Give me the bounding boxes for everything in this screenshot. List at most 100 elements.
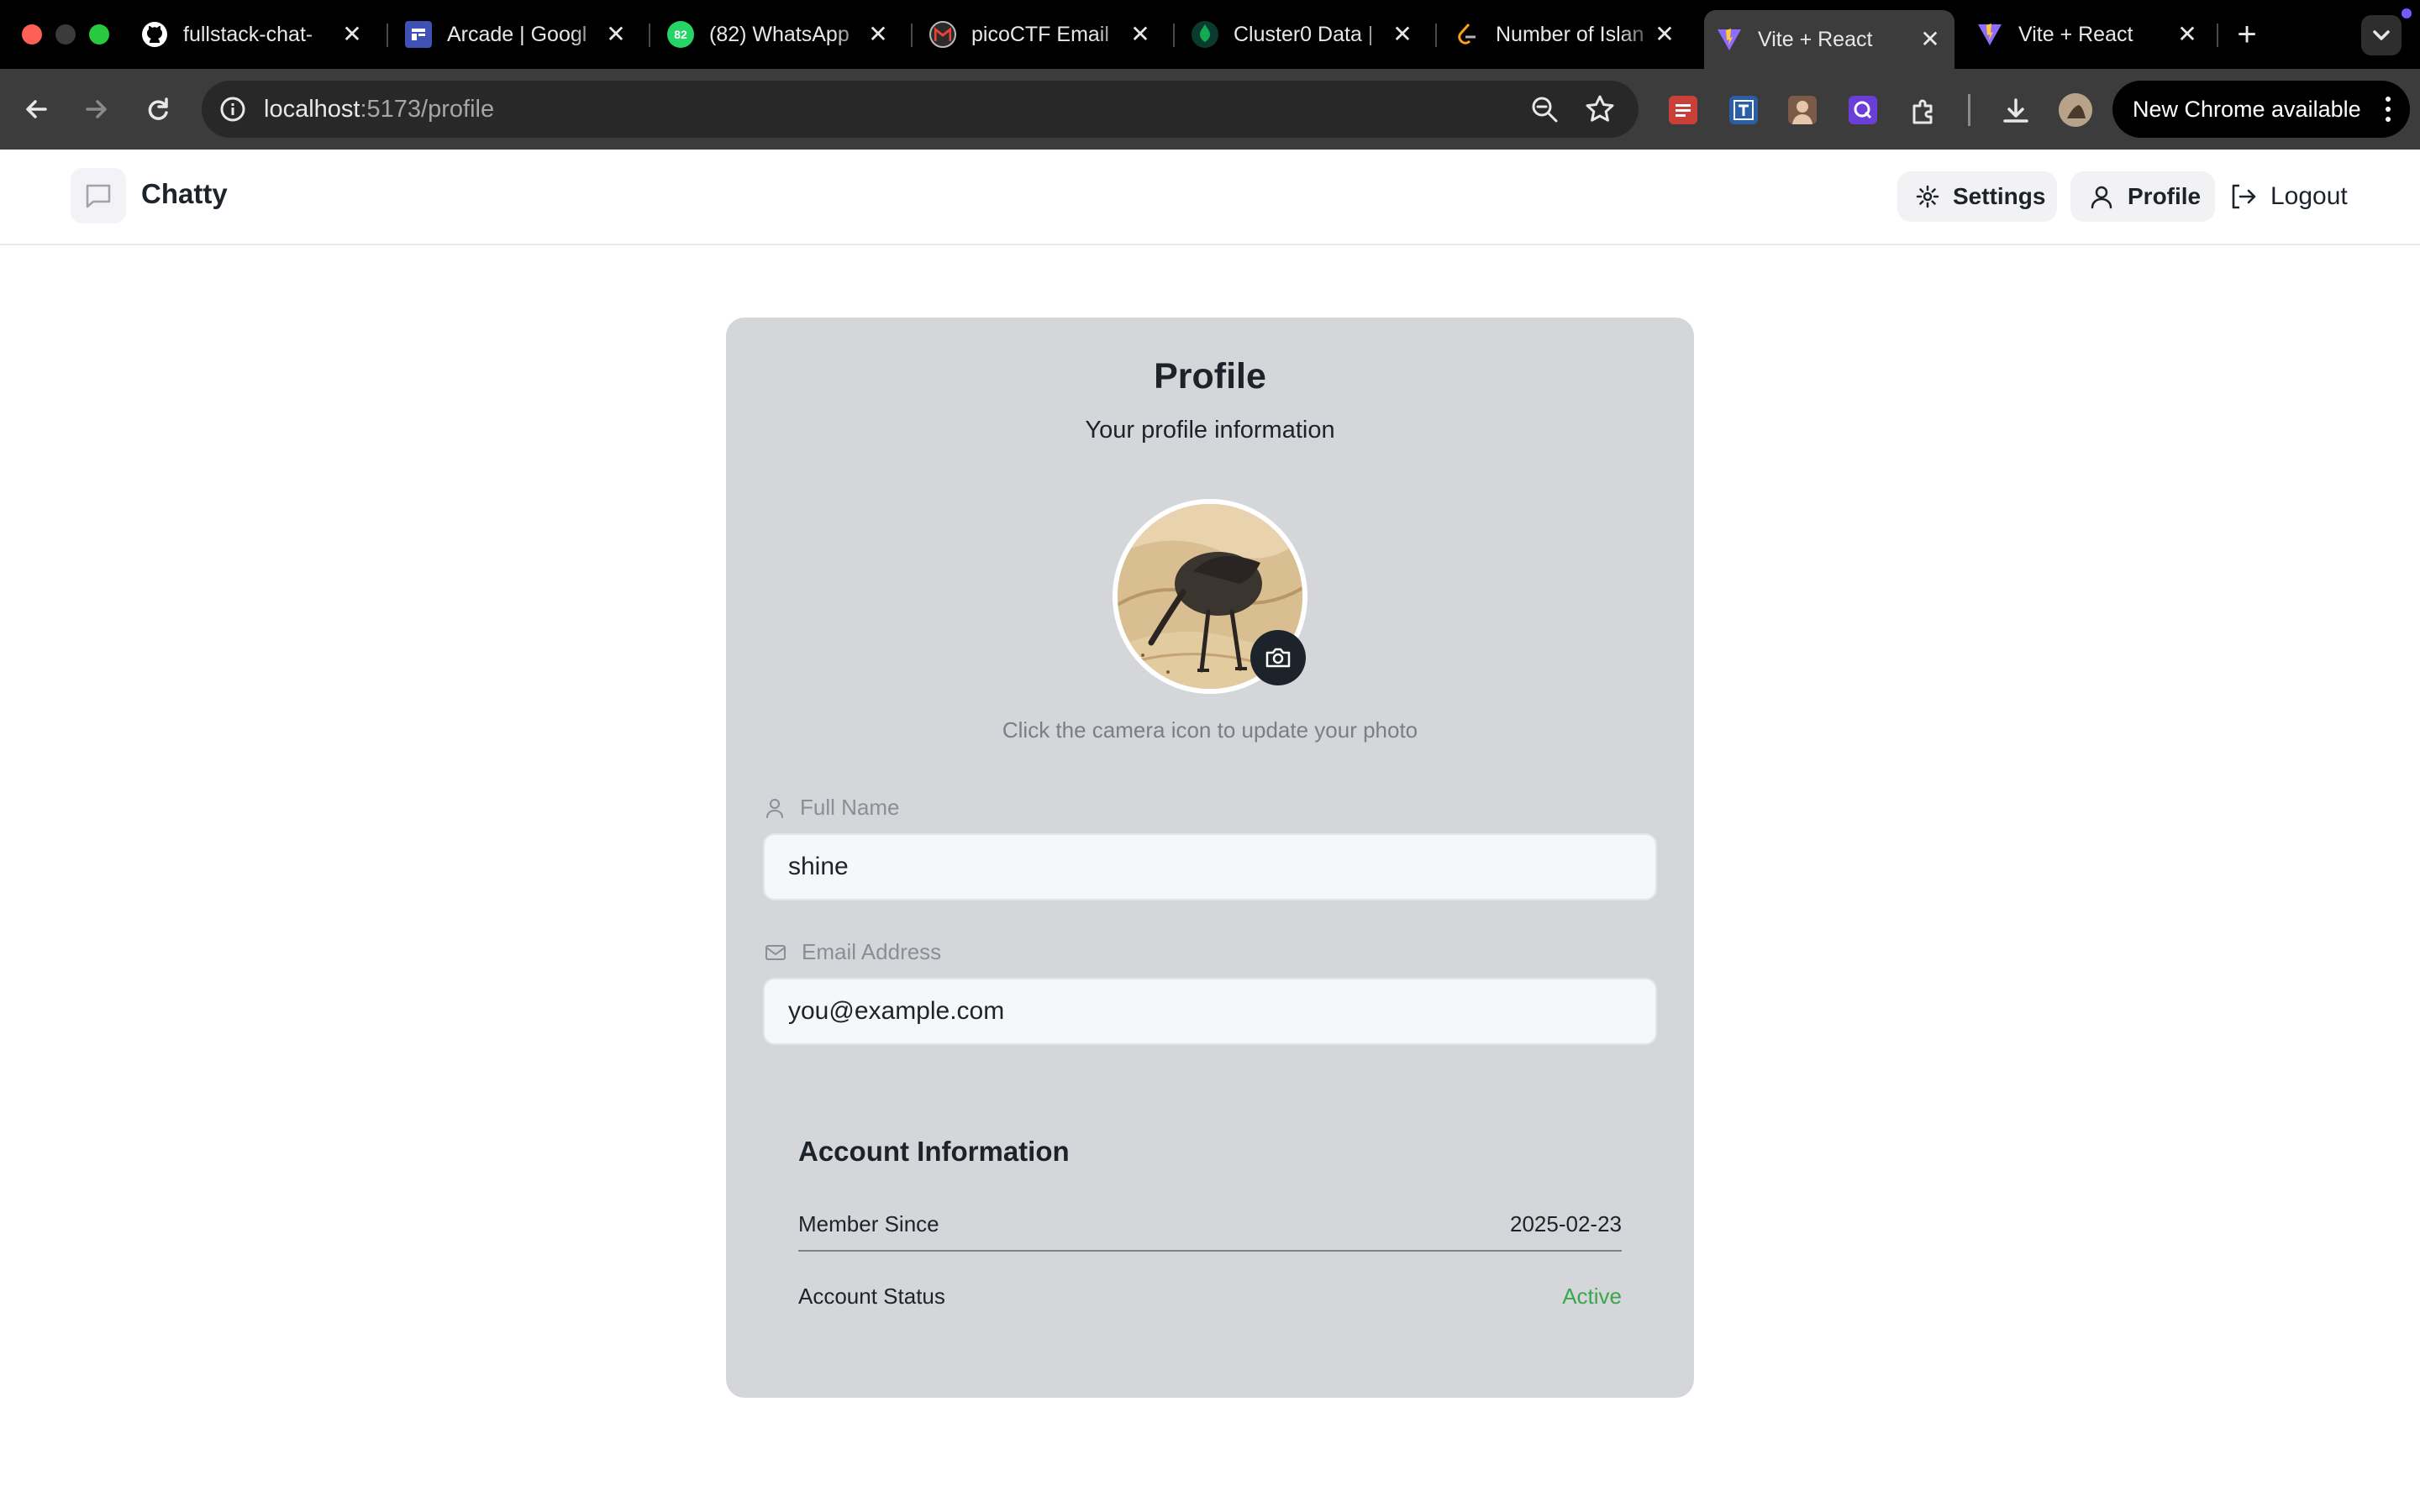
full-name-value: shine [788, 853, 849, 880]
extension-avatar-icon[interactable] [1788, 96, 1817, 124]
browser-tab[interactable]: Cluster0 Data | ✕ [1192, 12, 1427, 57]
arrow-left-icon [26, 100, 47, 118]
github-icon [141, 21, 168, 48]
full-name-field[interactable]: shine [763, 833, 1657, 900]
vite-icon [1976, 21, 2003, 48]
extension-translate-icon[interactable] [1729, 96, 1758, 124]
full-name-label-text: Full Name [800, 795, 900, 820]
browser-tab-bar: fullstack-chat- ✕ Arcade | Googl ✕ 82 (8… [0, 0, 2420, 69]
extension-q-icon[interactable] [1849, 96, 1877, 124]
tab-close-icon[interactable]: ✕ [1918, 27, 1943, 52]
new-tab-button[interactable]: + [2230, 18, 2264, 52]
arcade-icon [405, 21, 432, 48]
tab-close-icon[interactable]: ✕ [1128, 22, 1153, 47]
profile-card: Profile Your profile information Click t… [726, 318, 1694, 1398]
camera-icon [1265, 648, 1291, 668]
mongodb-icon [1192, 21, 1218, 48]
browser-tab[interactable]: Number of Islan ✕ [1454, 12, 1689, 57]
tab-close-icon[interactable]: ✕ [1390, 22, 1415, 47]
more-vertical-icon[interactable] [2385, 96, 2391, 123]
url-path: :5173/profile [360, 96, 495, 123]
leetcode-icon [1454, 21, 1481, 48]
bookmark-star-icon[interactable] [1583, 92, 1617, 126]
app-header: Chatty Settings Profile Logout [0, 150, 2420, 245]
reload-icon [148, 97, 168, 120]
back-button[interactable] [15, 87, 59, 131]
url-text[interactable]: localhost:5173/profile [264, 96, 494, 123]
url-host: localhost [264, 96, 360, 123]
chevron-down-icon [2373, 30, 2390, 40]
chrome-update-button[interactable]: New Chrome available [2112, 81, 2410, 138]
tab-title: Number of Islan [1496, 22, 1644, 46]
chat-logo-icon[interactable] [71, 168, 126, 223]
avatar-hint: Click the camera icon to update your pho… [1002, 717, 1418, 743]
arrow-right-icon [86, 100, 107, 118]
gmail-icon [929, 21, 956, 48]
tab-divider [1435, 24, 1437, 47]
avatar-container [1113, 499, 1307, 694]
settings-button[interactable]: Settings [1897, 171, 2057, 222]
page-title: Profile [1154, 356, 1266, 396]
email-value: you@example.com [788, 997, 1005, 1025]
divider [798, 1250, 1622, 1252]
extensions-puzzle-icon[interactable] [1909, 96, 1938, 124]
forward-button[interactable] [74, 87, 118, 131]
browser-tab[interactable]: Arcade | Googl ✕ [405, 12, 640, 57]
tab-title: (82) WhatsApp [709, 22, 850, 46]
browser-tab[interactable]: picoCTF Email ✕ [929, 12, 1165, 57]
account-info-title: Account Information [798, 1136, 1070, 1167]
logout-label: Logout [2270, 182, 2348, 210]
profile-avatar-icon[interactable] [2059, 93, 2092, 127]
zoom-icon[interactable] [1528, 92, 1561, 126]
extension-red-icon[interactable] [1669, 96, 1697, 124]
tab-close-icon[interactable]: ✕ [603, 22, 629, 47]
tab-title: Arcade | Googl [447, 22, 587, 46]
chrome-update-label: New Chrome available [2133, 96, 2361, 122]
tab-close-icon[interactable]: ✕ [865, 22, 891, 47]
status-badge: Active [1562, 1284, 1622, 1309]
whatsapp-icon: 82 [667, 21, 694, 48]
browser-tab[interactable]: fullstack-chat- ✕ [141, 12, 376, 57]
tab-search-button[interactable] [2361, 15, 2402, 55]
window-close-button[interactable] [22, 24, 42, 45]
whatsapp-badge: 82 [674, 28, 687, 41]
settings-label: Settings [1953, 183, 2046, 209]
tab-divider [2217, 24, 2218, 47]
browser-tab-active[interactable]: Vite + React ✕ [1704, 10, 1954, 69]
tab-close-icon[interactable]: ✕ [339, 22, 365, 47]
tab-divider [387, 24, 388, 47]
change-photo-button[interactable] [1250, 630, 1306, 685]
tab-title: Vite + React [2018, 22, 2133, 46]
address-bar[interactable]: localhost:5173/profile [202, 81, 1639, 138]
notification-dot [2402, 8, 2412, 18]
browser-toolbar: localhost:5173/profile New Chrome availa… [0, 69, 2420, 150]
site-info-icon[interactable] [218, 95, 247, 123]
member-since-row: Member Since 2025-02-23 [798, 1211, 1622, 1245]
logout-icon [2232, 184, 2256, 209]
tab-title: Cluster0 Data | [1234, 22, 1374, 46]
logout-button[interactable]: Logout [2228, 171, 2363, 222]
browser-tab[interactable]: 82 (82) WhatsApp ✕ [667, 12, 902, 57]
page-subtitle: Your profile information [1085, 417, 1335, 444]
tab-title: fullstack-chat- [183, 22, 313, 46]
toolbar-divider [1968, 94, 1970, 126]
brand-name[interactable]: Chatty [141, 178, 228, 210]
email-label-text: Email Address [802, 939, 942, 964]
tab-divider [649, 24, 650, 47]
account-status-label: Account Status [798, 1284, 945, 1309]
downloads-icon[interactable] [2000, 96, 2028, 124]
tab-title: Vite + React [1758, 27, 1873, 51]
profile-label: Profile [2128, 183, 2202, 209]
profile-button[interactable]: Profile [2070, 171, 2215, 222]
tab-close-icon[interactable]: ✕ [2175, 22, 2200, 47]
window-minimize-button[interactable] [55, 24, 76, 45]
browser-tab[interactable]: Vite + React ✕ [1976, 12, 2212, 57]
email-field[interactable]: you@example.com [763, 978, 1657, 1045]
reload-button[interactable] [136, 87, 180, 131]
gear-icon [1916, 185, 1939, 208]
tab-title: picoCTF Email [971, 22, 1109, 46]
member-since-label: Member Since [798, 1211, 939, 1236]
tab-close-icon[interactable]: ✕ [1652, 22, 1677, 47]
window-zoom-button[interactable] [89, 24, 109, 45]
vite-icon [1716, 26, 1743, 53]
